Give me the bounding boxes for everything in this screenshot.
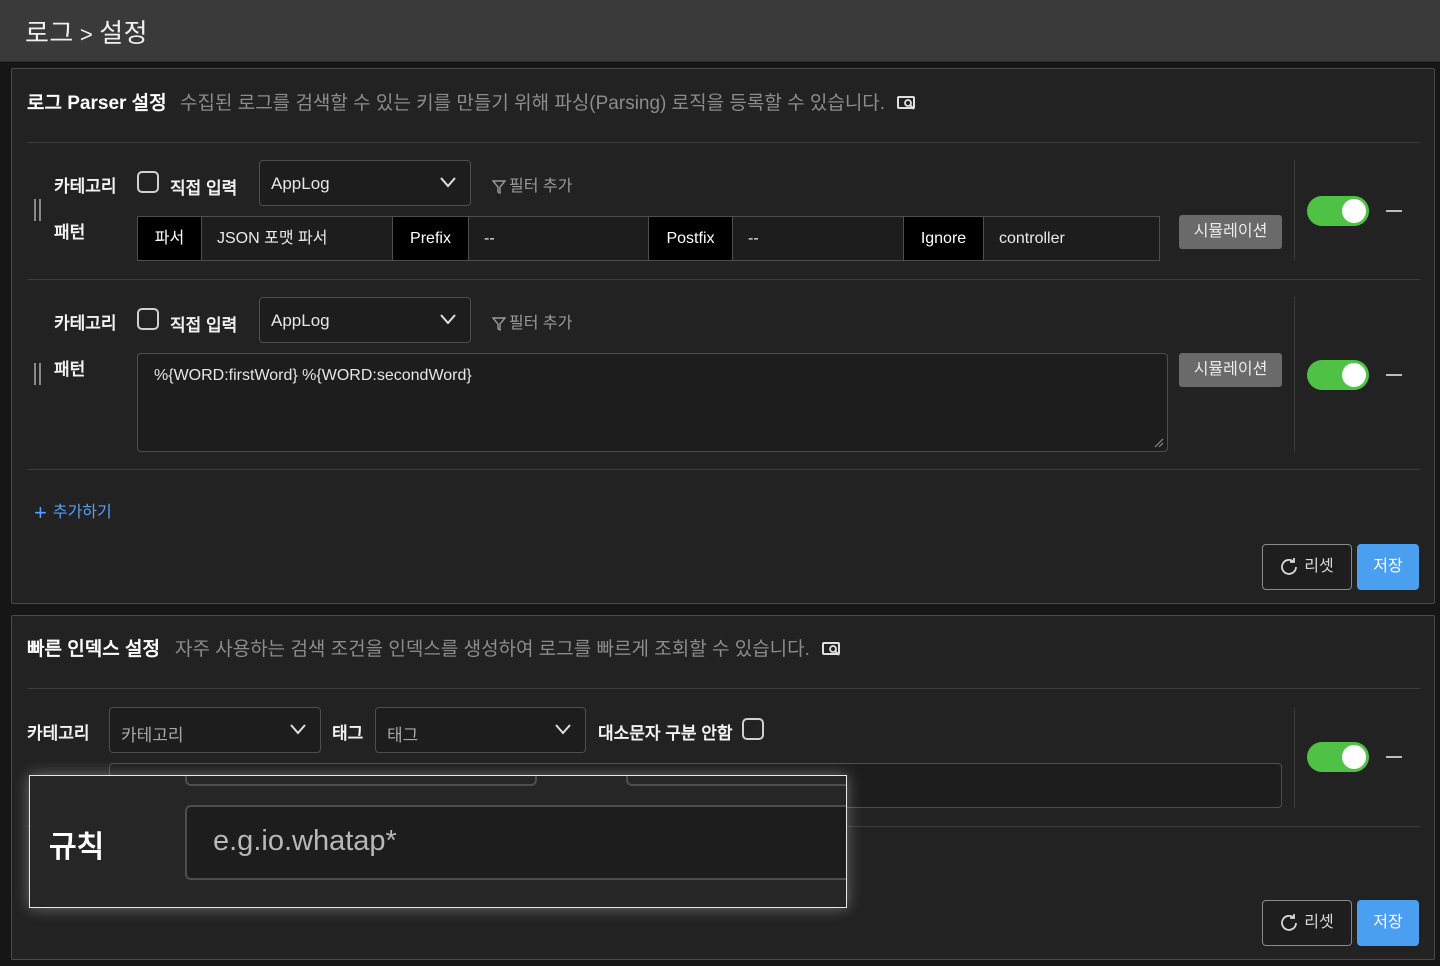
save-button[interactable]: 저장 xyxy=(1357,900,1419,946)
postfix-label: Postfix xyxy=(649,217,733,260)
description-text: 수집된 로그를 검색할 수 있는 키를 만들기 위해 파싱(Parsing) 로… xyxy=(180,93,886,114)
drag-handle[interactable] xyxy=(34,363,41,385)
add-rule-button[interactable]: + 추가하기 xyxy=(34,498,112,526)
rule-placeholder: e.g.io.whatap* xyxy=(213,825,397,857)
direct-input-checkbox[interactable] xyxy=(137,308,159,330)
save-button[interactable]: 저장 xyxy=(1357,544,1419,590)
breadcrumb-current: 설정 xyxy=(99,18,149,48)
filter-icon xyxy=(491,317,507,332)
remove-row-button[interactable] xyxy=(1386,210,1402,212)
divider xyxy=(1294,160,1295,261)
case-insensitive-label: 대소문자 구분 안함 xyxy=(598,724,733,743)
add-filter-button[interactable]: 필터 추가 xyxy=(491,309,573,333)
breadcrumb-root[interactable]: 로그 xyxy=(25,18,74,48)
category-select[interactable]: AppLog xyxy=(259,297,471,343)
prefix-input[interactable]: -- xyxy=(469,217,649,260)
refresh-icon xyxy=(1281,914,1298,931)
panel-title: 빠른 인덱스 설정 xyxy=(27,639,160,660)
direct-input-label: 직접 입력 xyxy=(170,179,238,198)
chevron-down-icon xyxy=(290,724,306,735)
ignore-label: Ignore xyxy=(904,217,984,260)
enable-toggle[interactable] xyxy=(1307,742,1369,772)
chevron-down-icon xyxy=(440,314,456,325)
zoom-edge xyxy=(185,776,537,786)
reset-label: 리셋 xyxy=(1304,914,1334,931)
postfix-input[interactable]: -- xyxy=(733,217,904,260)
divider xyxy=(1294,297,1295,452)
refresh-icon xyxy=(1281,558,1298,575)
rule-input-zoomed[interactable]: e.g.io.whatap* xyxy=(185,805,846,880)
filter-icon xyxy=(491,180,507,195)
log-parser-panel: 로그 Parser 설정 수집된 로그를 검색할 수 있는 키를 만들기 위해 … xyxy=(11,68,1435,604)
search-doc-icon[interactable] xyxy=(821,640,843,658)
category-select-placeholder: 카테고리 xyxy=(121,726,184,745)
reset-label: 리셋 xyxy=(1304,558,1334,575)
category-select-value: AppLog xyxy=(271,174,330,193)
add-filter-button[interactable]: 필터 추가 xyxy=(491,172,573,196)
top-bar: 로그 > 설정 xyxy=(0,0,1440,62)
divider xyxy=(1294,707,1295,808)
reset-button[interactable]: 리셋 xyxy=(1262,544,1352,590)
divider xyxy=(27,279,1420,280)
rule-label: 규칙 xyxy=(49,831,105,864)
panel-description: 수집된 로그를 검색할 수 있는 키를 만들기 위해 파싱(Parsing) 로… xyxy=(180,88,918,115)
parser-config-row: 파서 JSON 포맷 파서 Prefix -- Postfix -- Ignor… xyxy=(137,216,1160,261)
tag-select[interactable]: 태그 xyxy=(375,707,586,753)
chevron-down-icon xyxy=(440,177,456,188)
add-rule-label: 추가하기 xyxy=(52,504,112,521)
divider xyxy=(27,142,1420,143)
chevron-down-icon xyxy=(555,724,571,735)
resize-handle-icon[interactable] xyxy=(1154,438,1164,448)
tag-label: 태그 xyxy=(332,724,364,743)
description-text: 자주 사용하는 검색 조건을 인덱스를 생성하여 로그를 빠르게 조회할 수 있… xyxy=(175,639,810,660)
plus-icon: + xyxy=(34,500,47,525)
parser-label: 파서 xyxy=(138,217,202,260)
breadcrumb-separator: > xyxy=(79,22,94,47)
ignore-input[interactable]: controller xyxy=(984,217,1159,260)
simulation-button[interactable]: 시뮬레이션 xyxy=(1179,353,1282,387)
category-label: 카테고리 xyxy=(54,177,117,196)
panel-title: 로그 Parser 설정 xyxy=(27,93,167,114)
category-select[interactable]: AppLog xyxy=(259,160,471,206)
panel-description: 자주 사용하는 검색 조건을 인덱스를 생성하여 로그를 빠르게 조회할 수 있… xyxy=(175,634,843,661)
add-filter-label: 필터 추가 xyxy=(509,315,573,332)
remove-row-button[interactable] xyxy=(1386,756,1402,758)
add-filter-label: 필터 추가 xyxy=(509,178,573,195)
pattern-label: 패턴 xyxy=(54,360,86,379)
enable-toggle[interactable] xyxy=(1307,360,1369,390)
parser-value[interactable]: JSON 포맷 파서 xyxy=(202,217,393,260)
category-label: 카테고리 xyxy=(27,724,90,743)
simulation-button[interactable]: 시뮬레이션 xyxy=(1179,215,1282,249)
reset-button[interactable]: 리셋 xyxy=(1262,900,1352,946)
pattern-label: 패턴 xyxy=(54,223,86,242)
remove-row-button[interactable] xyxy=(1386,374,1402,376)
direct-input-label: 직접 입력 xyxy=(170,316,238,335)
prefix-label: Prefix xyxy=(393,217,469,260)
rule-zoom-callout: 규칙 e.g.io.whatap* xyxy=(29,775,847,908)
divider xyxy=(27,688,1420,689)
search-doc-icon[interactable] xyxy=(896,94,918,112)
pattern-text: %{WORD:firstWord} %{WORD:secondWord} xyxy=(154,367,472,384)
category-select[interactable]: 카테고리 xyxy=(109,707,321,753)
category-label: 카테고리 xyxy=(54,314,117,333)
tag-select-placeholder: 태그 xyxy=(387,726,419,745)
divider xyxy=(27,469,1420,470)
pattern-textarea[interactable]: %{WORD:firstWord} %{WORD:secondWord} xyxy=(137,353,1168,452)
category-select-value: AppLog xyxy=(271,311,330,330)
case-insensitive-checkbox[interactable] xyxy=(742,718,764,740)
direct-input-checkbox[interactable] xyxy=(137,171,159,193)
drag-handle[interactable] xyxy=(34,199,41,221)
zoom-edge xyxy=(626,776,846,786)
enable-toggle[interactable] xyxy=(1307,196,1369,226)
breadcrumb: 로그 > 설정 xyxy=(25,13,148,50)
